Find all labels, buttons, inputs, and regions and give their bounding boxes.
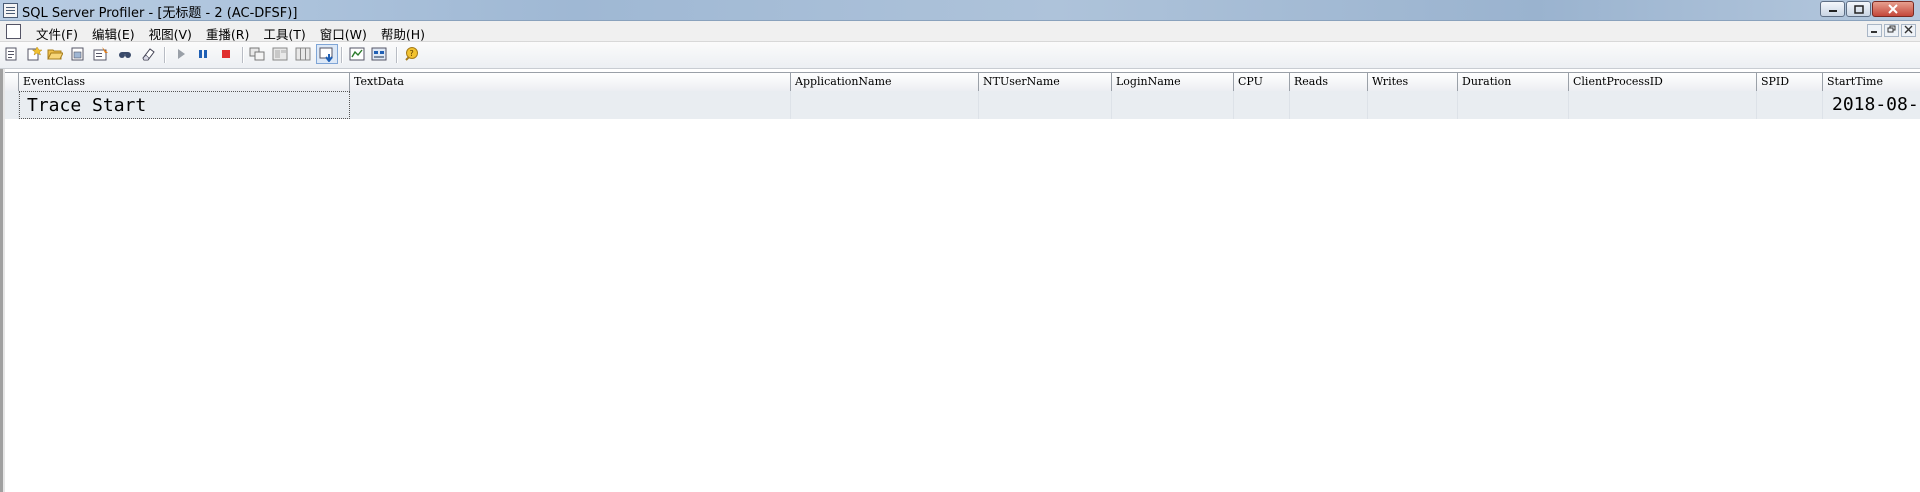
column-header-duration[interactable]: Duration (1458, 73, 1569, 91)
columns-icon (295, 47, 311, 61)
run-trace-icon (178, 49, 185, 59)
columns-button[interactable] (295, 46, 311, 62)
performance-chart-icon (349, 47, 365, 61)
stop-trace-icon (222, 50, 230, 58)
trace-grid: EventClass TextData ApplicationName NTUs… (0, 69, 1920, 492)
svg-text:?: ? (410, 49, 414, 58)
column-header-loginname[interactable]: LoginName (1112, 73, 1234, 91)
table-row[interactable]: Trace Start 2018-08- (5, 91, 1920, 119)
document-icon[interactable] (6, 24, 21, 39)
menu-bar: 文件(F) 编辑(E) 视图(V) 重播(R) 工具(T) 窗口(W) 帮助(H… (0, 21, 1920, 42)
auto-scroll-button[interactable] (316, 44, 338, 64)
menu-list: 文件(F) 编辑(E) 视图(V) 重播(R) 工具(T) 窗口(W) 帮助(H… (29, 23, 432, 44)
save-button[interactable] (70, 46, 86, 62)
menu-view[interactable]: 视图(V) (142, 23, 199, 44)
profiler-app-icon[interactable] (3, 3, 18, 18)
cell-ntusername[interactable] (979, 91, 1112, 119)
column-header-writes[interactable]: Writes (1368, 73, 1458, 91)
column-header-ntusername[interactable]: NTUserName (979, 73, 1112, 91)
open-icon (47, 49, 63, 60)
properties-icon (93, 47, 108, 61)
close-icon (1904, 25, 1913, 34)
cell-textdata[interactable] (350, 91, 791, 119)
pause-trace-button[interactable] (195, 46, 211, 62)
column-header-textdata[interactable]: TextData (350, 73, 791, 91)
cell-writes[interactable] (1368, 91, 1458, 119)
save-icon (71, 47, 84, 61)
menu-window[interactable]: 窗口(W) (313, 23, 374, 44)
new-trace-icon (5, 47, 17, 61)
column-header-spid[interactable]: SPID (1757, 73, 1823, 91)
minimize-icon (1871, 31, 1877, 33)
new-template-icon (27, 46, 42, 61)
column-header-clientprocessid[interactable]: ClientProcessID (1569, 73, 1757, 91)
performance-chart-button[interactable] (349, 46, 365, 62)
toolbar: ? (0, 42, 1920, 69)
minimize-icon (1828, 10, 1837, 12)
new-trace-button[interactable] (4, 46, 20, 62)
menu-edit[interactable]: 编辑(E) (85, 23, 142, 44)
cell-cpu[interactable] (1234, 91, 1290, 119)
open-button[interactable] (47, 46, 63, 62)
find-icon (119, 52, 131, 58)
templates-icon (272, 47, 288, 61)
menu-file[interactable]: 文件(F) (29, 23, 85, 44)
mdi-close-button[interactable] (1901, 24, 1916, 37)
column-header-reads[interactable]: Reads (1290, 73, 1368, 91)
help-icon: ? (405, 47, 418, 61)
cell-starttime[interactable]: 2018-08- (1823, 91, 1920, 119)
maximize-button[interactable] (1846, 1, 1871, 17)
restore-icon (1887, 25, 1896, 33)
close-button[interactable] (1872, 1, 1914, 17)
grid-header: EventClass TextData ApplicationName NTUs… (5, 72, 1920, 92)
toolbar-separator (396, 47, 397, 63)
cell-clientprocessid[interactable] (1569, 91, 1757, 119)
grid-left-border-inner (3, 69, 5, 492)
templates-button[interactable] (272, 46, 288, 62)
properties-button[interactable] (93, 46, 109, 62)
find-button[interactable] (117, 46, 133, 62)
row-header-corner (5, 73, 19, 91)
cell-duration[interactable] (1458, 91, 1569, 119)
window-controls (1820, 1, 1914, 17)
clear-trace-icon (142, 48, 155, 61)
cell-reads[interactable] (1290, 91, 1368, 119)
trace-log-icon (371, 47, 387, 61)
toolbar-separator (242, 47, 243, 63)
menu-replay[interactable]: 重播(R) (199, 23, 256, 44)
toolbar-separator (341, 47, 342, 63)
cell-loginname[interactable] (1112, 91, 1234, 119)
minimize-button[interactable] (1820, 1, 1845, 17)
column-header-cpu[interactable]: CPU (1234, 73, 1290, 91)
menu-help[interactable]: 帮助(H) (374, 23, 432, 44)
mdi-minimize-button[interactable] (1867, 24, 1882, 37)
column-header-starttime[interactable]: StartTime (1823, 73, 1920, 91)
mdi-restore-button[interactable] (1884, 24, 1899, 37)
toolbar-separator (164, 47, 165, 63)
properties-window-button[interactable] (249, 46, 265, 62)
menu-tools[interactable]: 工具(T) (256, 23, 312, 44)
window-title: SQL Server Profiler - [无标题 - 2 (AC-DFSF)… (22, 6, 298, 21)
cell-eventclass[interactable]: Trace Start (19, 91, 350, 119)
stop-trace-button[interactable] (218, 46, 234, 62)
column-header-eventclass[interactable]: EventClass (19, 73, 350, 91)
close-icon (1888, 4, 1898, 14)
trace-log-button[interactable] (371, 46, 387, 62)
cell-applicationname[interactable] (791, 91, 979, 119)
pause-trace-icon (199, 50, 207, 58)
new-template-button[interactable] (26, 46, 42, 62)
mdi-controls (1867, 24, 1916, 37)
run-trace-button[interactable] (173, 46, 189, 62)
column-header-applicationname[interactable]: ApplicationName (791, 73, 979, 91)
cell-spid[interactable] (1757, 91, 1823, 119)
properties-window-icon (249, 47, 265, 61)
maximize-icon (1853, 4, 1864, 14)
auto-scroll-icon (319, 47, 333, 62)
help-button[interactable]: ? (403, 46, 419, 62)
row-selector[interactable] (5, 91, 19, 119)
clear-trace-button[interactable] (140, 46, 156, 62)
title-bar: SQL Server Profiler - [无标题 - 2 (AC-DFSF)… (0, 0, 1920, 21)
